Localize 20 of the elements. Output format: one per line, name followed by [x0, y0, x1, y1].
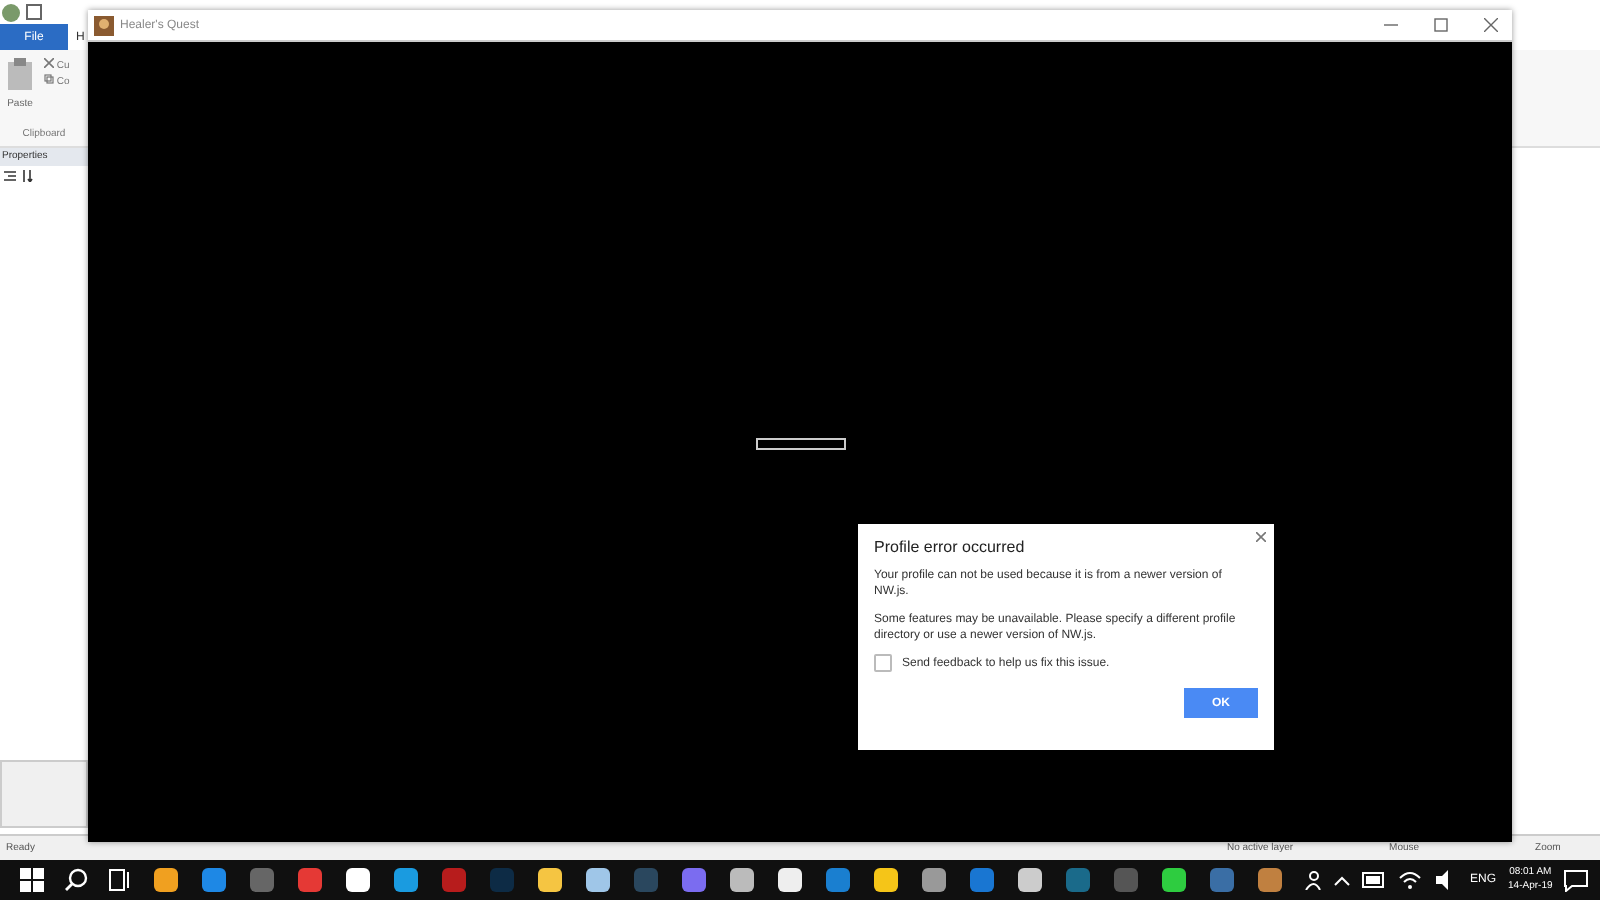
person-icon[interactable]: [1304, 870, 1322, 890]
close-button[interactable]: [1256, 532, 1266, 542]
maximize-icon[interactable]: [1433, 18, 1447, 32]
sort-icon[interactable]: [22, 170, 34, 182]
close-icon[interactable]: [1483, 18, 1497, 32]
notification-icon[interactable]: [1564, 869, 1589, 891]
minimize-icon[interactable]: [1383, 18, 1397, 32]
description-box: [0, 760, 88, 828]
app-icon[interactable]: [2, 3, 20, 21]
windows-icon[interactable]: [20, 868, 44, 892]
wifi-icon[interactable]: [1398, 870, 1422, 890]
battery-icon[interactable]: [1362, 872, 1386, 888]
task-view-icon[interactable]: [108, 868, 132, 892]
clipboard-icon: [6, 58, 34, 90]
save-icon[interactable]: [26, 4, 42, 20]
search-icon[interactable]: [64, 868, 88, 892]
dialog-title: Profile error occurred: [874, 538, 1027, 556]
caret-icon[interactable]: [1334, 875, 1350, 885]
categorize-icon[interactable]: [4, 170, 16, 182]
checkbox[interactable]: [874, 654, 892, 672]
